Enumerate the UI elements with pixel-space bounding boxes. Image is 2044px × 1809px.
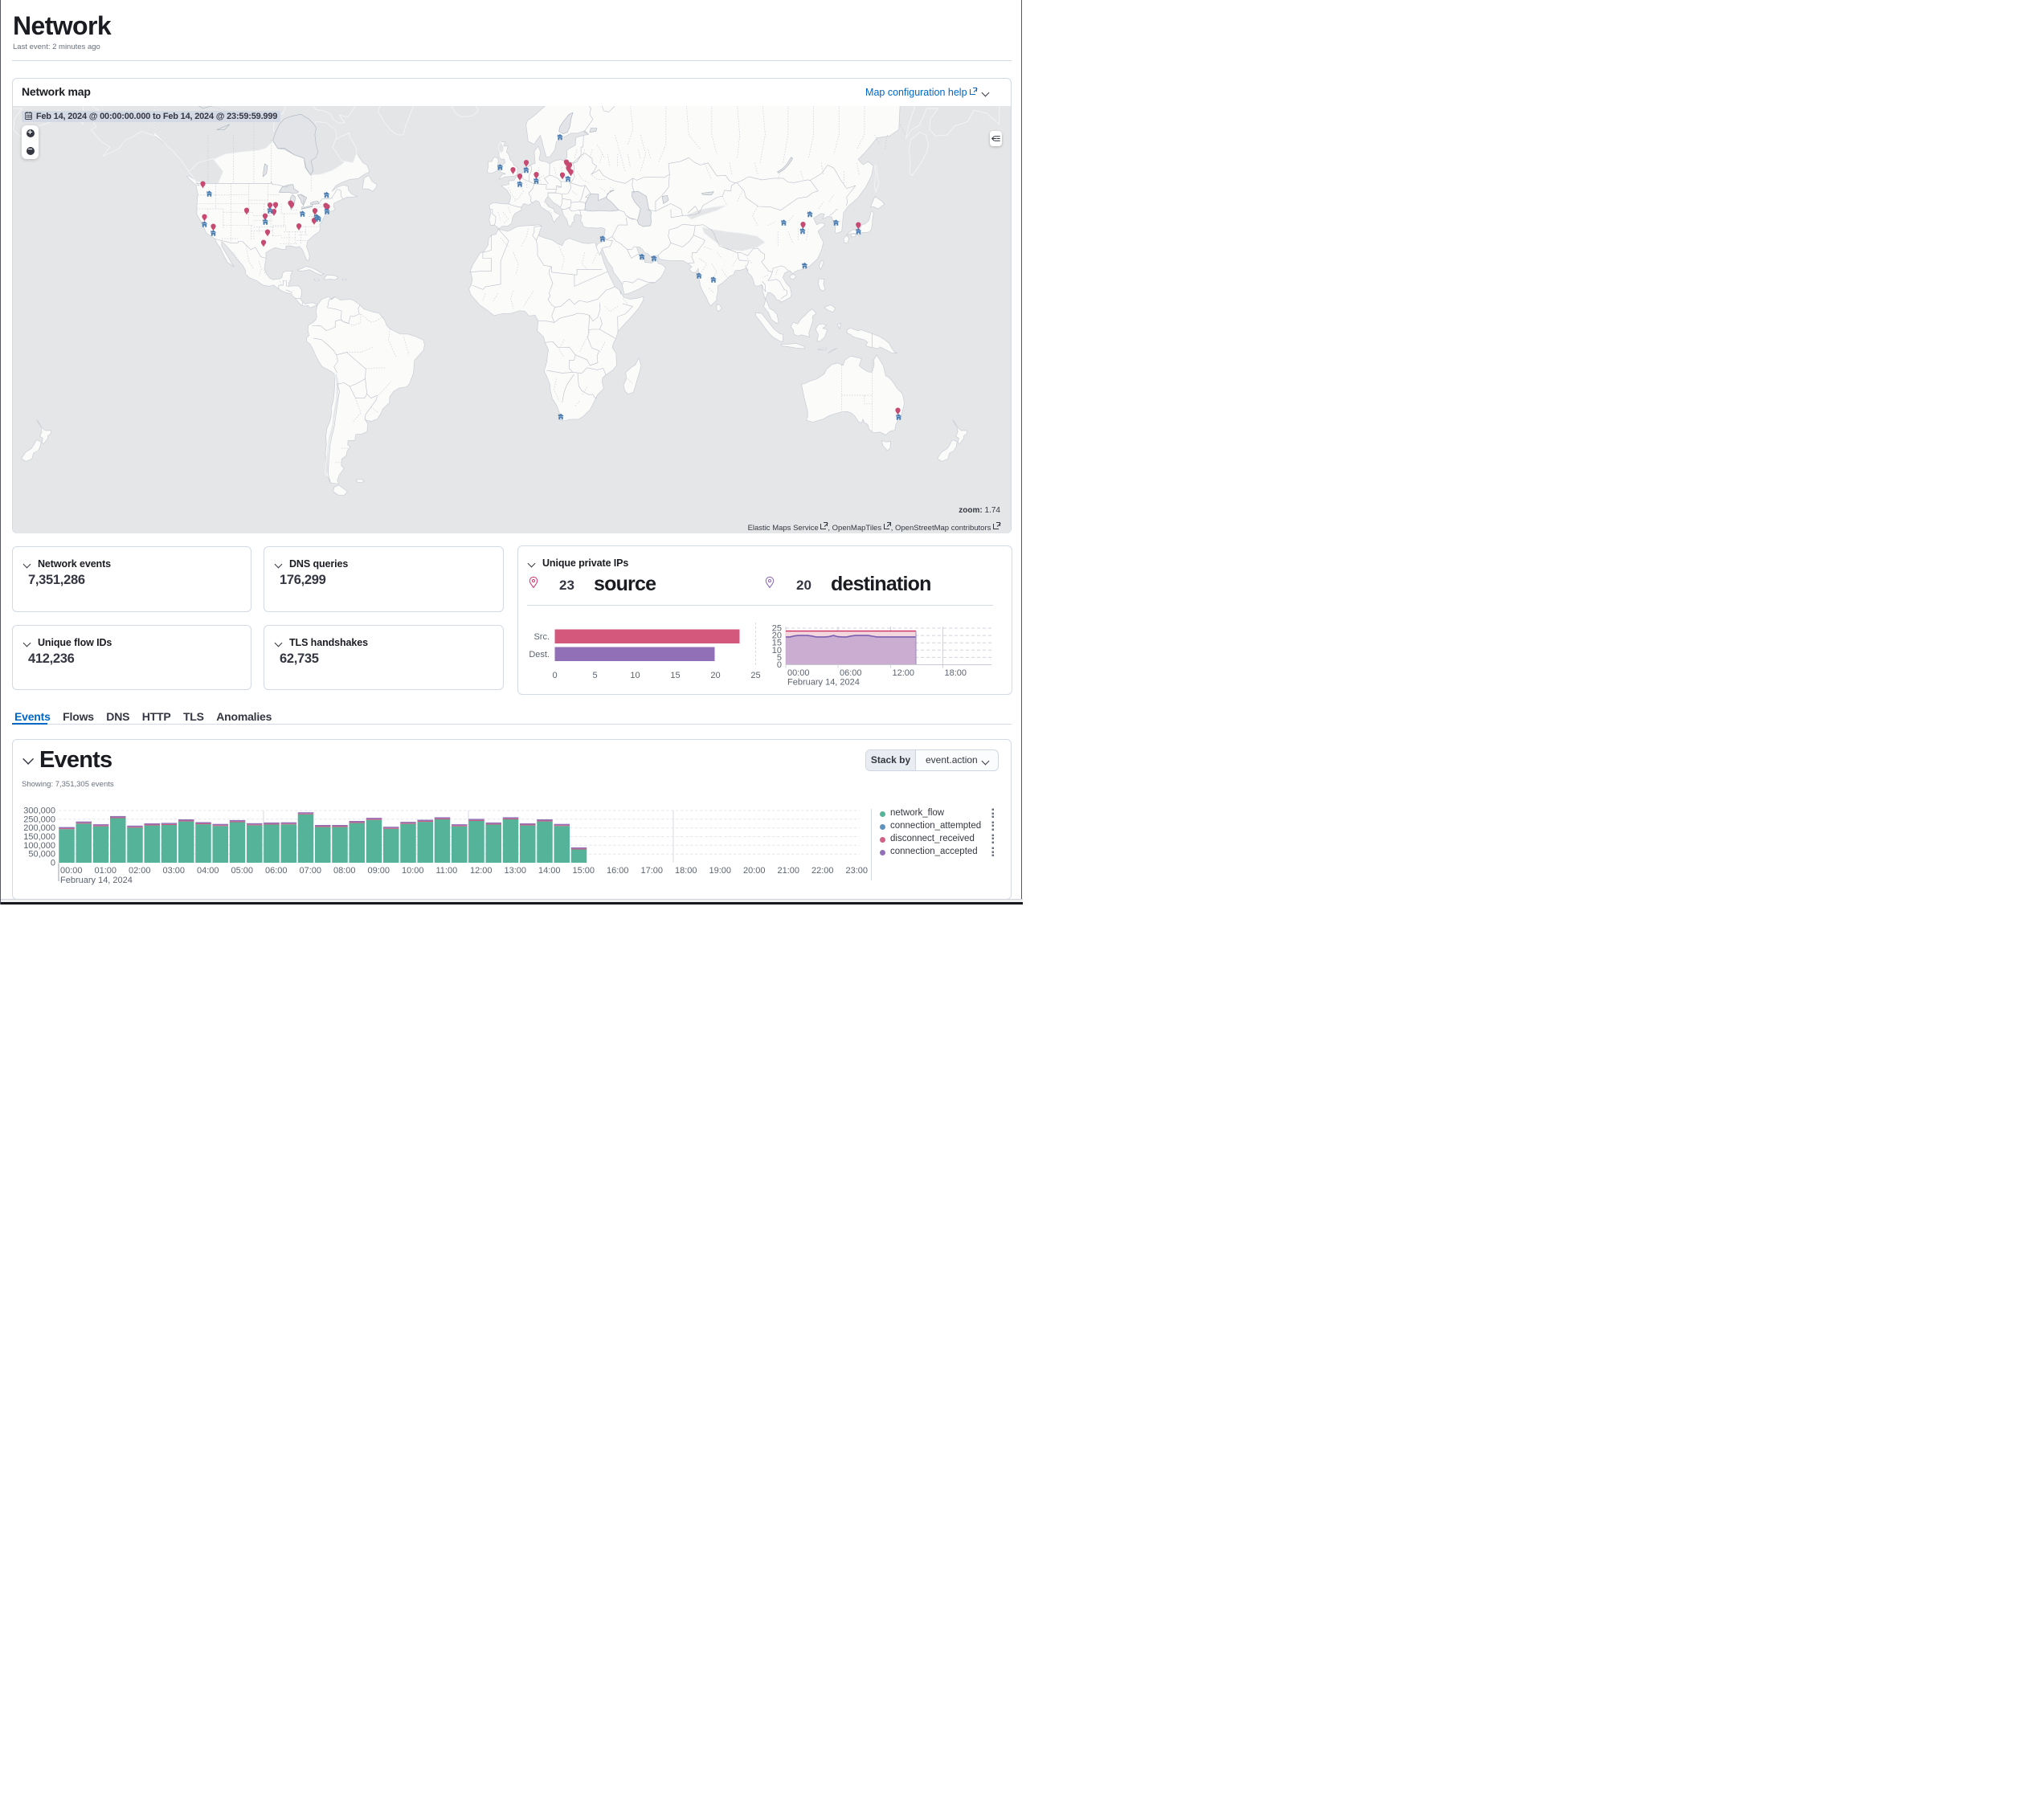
svg-text:23:00: 23:00: [846, 866, 869, 876]
svg-text:25: 25: [772, 624, 782, 634]
svg-text:February 14, 2024: February 14, 2024: [787, 678, 860, 688]
svg-text:03:00: 03:00: [163, 866, 186, 876]
svg-text:05:00: 05:00: [231, 866, 254, 876]
svg-text:00:00: 00:00: [787, 668, 810, 678]
svg-text:February 14, 2024: February 14, 2024: [60, 876, 133, 885]
svg-text:18:00: 18:00: [945, 668, 967, 678]
svg-text:06:00: 06:00: [265, 866, 288, 876]
svg-text:16:00: 16:00: [607, 866, 629, 876]
svg-text:250,000: 250,000: [23, 815, 55, 824]
svg-text:15:00: 15:00: [573, 866, 595, 876]
svg-text:50,000: 50,000: [28, 850, 55, 860]
svg-text:12:00: 12:00: [470, 866, 493, 876]
svg-text:01:00: 01:00: [95, 866, 117, 876]
svg-text:22:00: 22:00: [811, 866, 834, 876]
svg-text:09:00: 09:00: [368, 866, 390, 876]
svg-text:Dest.: Dest.: [529, 650, 550, 659]
svg-text:18:00: 18:00: [675, 866, 697, 876]
svg-text:20:00: 20:00: [743, 866, 766, 876]
svg-text:0: 0: [552, 671, 557, 680]
svg-text:13:00: 13:00: [505, 866, 527, 876]
svg-text:0: 0: [51, 859, 55, 868]
svg-text:300,000: 300,000: [23, 806, 55, 816]
svg-text:100,000: 100,000: [23, 841, 55, 851]
svg-text:200,000: 200,000: [23, 823, 55, 833]
svg-text:21:00: 21:00: [778, 866, 800, 876]
svg-text:150,000: 150,000: [23, 832, 55, 842]
svg-text:17:00: 17:00: [641, 866, 664, 876]
svg-text:Src.: Src.: [533, 632, 550, 642]
svg-text:07:00: 07:00: [300, 866, 322, 876]
svg-text:15: 15: [670, 671, 680, 680]
svg-text:14:00: 14:00: [538, 866, 561, 876]
svg-text:08:00: 08:00: [333, 866, 356, 876]
svg-text:5: 5: [592, 671, 597, 680]
svg-text:10:00: 10:00: [402, 866, 424, 876]
svg-text:19:00: 19:00: [709, 866, 732, 876]
svg-text:10: 10: [630, 671, 640, 680]
svg-text:20: 20: [710, 671, 720, 680]
svg-text:02:00: 02:00: [129, 866, 151, 876]
svg-text:12:00: 12:00: [893, 668, 915, 678]
svg-text:06:00: 06:00: [840, 668, 862, 678]
svg-text:00:00: 00:00: [60, 866, 83, 876]
svg-text:04:00: 04:00: [197, 866, 219, 876]
svg-text:11:00: 11:00: [436, 866, 458, 876]
